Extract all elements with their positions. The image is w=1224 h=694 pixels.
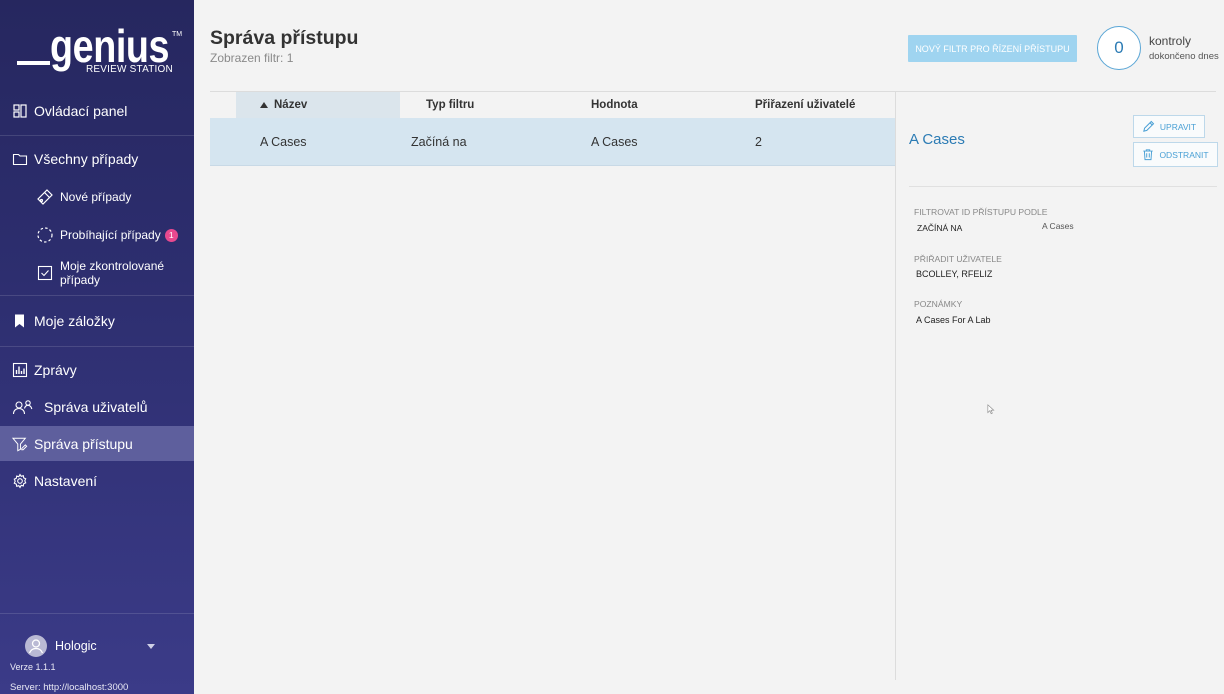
sidebar-item-label: Nastavení	[34, 473, 98, 489]
sort-ascending-icon	[260, 102, 268, 108]
count-badge: 1	[164, 228, 178, 242]
logo-trademark: TM	[172, 31, 183, 38]
column-header-name[interactable]: Název	[236, 92, 400, 118]
mouse-cursor-icon	[987, 404, 995, 415]
sidebar-item-reports[interactable]: Zprávy	[0, 355, 194, 385]
sidebar-item-dashboard[interactable]: Ovládací panel	[0, 96, 194, 126]
avatar-icon	[25, 635, 47, 657]
column-header-value[interactable]: Hodnota	[565, 92, 730, 118]
cell-name: A Cases	[260, 134, 307, 149]
genius-logo[interactable]: genius TM REVIEW STATION	[0, 0, 194, 90]
detail-divider	[909, 186, 1217, 187]
table-header-row: Název Typ filtru Hodnota Přiřazení uživa…	[210, 92, 895, 118]
field-label-assigned-users: PŘIŘADIT UŽIVATELE	[914, 254, 1002, 264]
bookmark-icon	[12, 312, 28, 330]
users-icon	[12, 398, 38, 416]
sidebar-divider	[0, 346, 194, 347]
sidebar-item-label: Ovládací panel	[34, 103, 128, 119]
sidebar-item-label: Nové případy	[60, 190, 132, 204]
logo-word: genius	[50, 20, 170, 72]
reviews-count: 0	[1097, 26, 1141, 70]
header-select-cell	[210, 92, 236, 118]
field-label-notes: POZNÁMKY	[914, 299, 963, 309]
detail-title: A Cases	[909, 131, 965, 148]
access-filter-table: Název Typ filtru Hodnota Přiřazení uživa…	[210, 92, 895, 166]
pencil-icon	[1142, 120, 1155, 133]
tag-icon	[36, 188, 54, 206]
cell-value: A Cases	[591, 134, 638, 149]
sidebar-item-label: Probíhající případy	[60, 228, 161, 242]
sidebar-item-user-management[interactable]: Správa uživatelů	[0, 392, 194, 422]
sidebar-item-settings[interactable]: Nastavení	[0, 466, 194, 496]
cell-filter-type: Začíná na	[411, 134, 467, 149]
sidebar-item-bookmarks[interactable]: Moje záložky	[0, 306, 194, 336]
sidebar-item-label: Moje zkontrolované případy	[60, 259, 165, 287]
sidebar-divider	[0, 135, 194, 136]
column-header-filter-type[interactable]: Typ filtru	[400, 92, 565, 118]
reviews-label: kontroly	[1149, 34, 1192, 48]
sidebar-item-label: Zprávy	[34, 362, 77, 378]
sidebar: genius TM REVIEW STATION Ovládací panel …	[0, 0, 194, 694]
table-row[interactable]: A Cases Začíná na A Cases 2	[210, 118, 895, 166]
field-label-filter-by: FILTROVAT ID PŘÍSTUPU PODLE	[914, 207, 1048, 217]
filter-detail-panel: A Cases UPRAVIT ODSTRANIT FILTROVAT ID P…	[895, 92, 1218, 680]
sidebar-item-in-progress-cases[interactable]: Probíhající případy 1	[0, 220, 194, 250]
delete-button[interactable]: ODSTRANIT	[1133, 142, 1218, 167]
page-title: Správa přístupu	[210, 27, 359, 49]
sidebar-item-label: Správa uživatelů	[44, 399, 148, 415]
logo-underline	[17, 61, 50, 65]
filter-icon	[12, 435, 28, 453]
field-value-filter-value: A Cases	[1042, 221, 1074, 231]
new-access-filter-button[interactable]: NOVÝ FILTR PRO ŘÍZENÍ PŘÍSTUPU	[908, 35, 1077, 62]
sidebar-item-label: Všechny případy	[34, 151, 139, 167]
row-select-cell	[210, 118, 236, 165]
cell-assigned-users: 2	[755, 134, 762, 149]
column-header-label: Název	[274, 99, 308, 111]
server-url: Server: http://localhost:3000	[10, 682, 129, 693]
field-value-notes: A Cases For A Lab	[916, 315, 991, 325]
sidebar-divider	[0, 613, 194, 614]
chevron-down-icon[interactable]	[147, 644, 155, 649]
column-header-assigned-users[interactable]: Přiřazení uživatelé	[730, 92, 895, 118]
trash-icon	[1142, 148, 1154, 161]
gear-icon	[12, 472, 28, 490]
bar-chart-icon	[12, 361, 28, 379]
app-version: Verze 1.1.1	[10, 662, 56, 672]
sidebar-item-access-management[interactable]: Správa přístupu	[0, 426, 194, 461]
sidebar-item-all-cases[interactable]: Všechny případy	[0, 144, 194, 174]
sidebar-divider	[0, 295, 194, 296]
sidebar-item-label: Správa přístupu	[34, 435, 133, 452]
logo-subtitle: REVIEW STATION	[86, 64, 173, 75]
edit-button-label: UPRAVIT	[1159, 121, 1197, 132]
dashboard-icon	[12, 102, 28, 120]
folder-icon	[12, 150, 28, 168]
field-value-assigned-users: BCOLLEY, RFELIZ	[916, 269, 993, 279]
user-menu[interactable]: Hologic	[0, 630, 194, 662]
dashed-circle-icon	[36, 226, 54, 244]
sidebar-item-label: Moje záložky	[34, 313, 115, 329]
user-name: Hologic	[55, 639, 97, 653]
checkbox-icon	[36, 264, 54, 282]
sidebar-item-new-cases[interactable]: Nové případy	[0, 182, 194, 212]
edit-button[interactable]: UPRAVIT	[1133, 115, 1205, 138]
field-value-filter-type: ZAČÍNÁ NA	[917, 223, 963, 233]
delete-button-label: ODSTRANIT	[1159, 149, 1209, 160]
reviews-sublabel: dokončeno dnes	[1149, 51, 1219, 62]
sidebar-item-my-reviewed-cases[interactable]: Moje zkontrolované případy	[0, 258, 194, 288]
filter-count-text: Zobrazen filtr: 1	[210, 51, 294, 65]
